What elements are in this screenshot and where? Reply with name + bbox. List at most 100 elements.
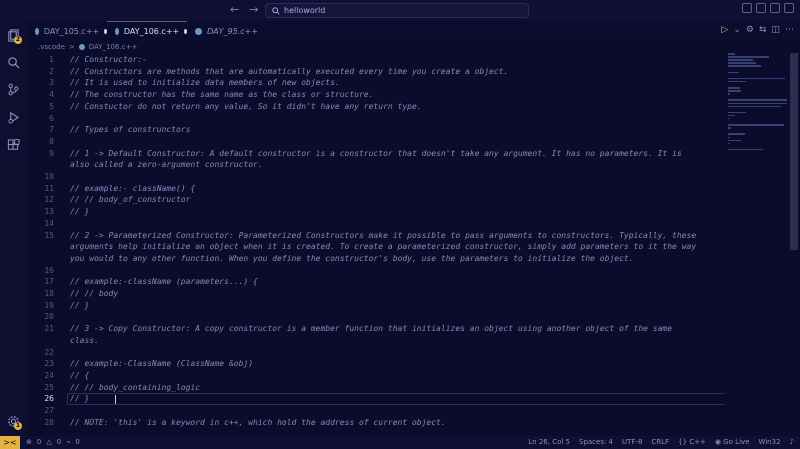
notifications-bell-icon[interactable]: ♪ (790, 438, 794, 446)
code-line[interactable]: 14 (27, 218, 722, 230)
code-text: // The constructor has the same name as … (70, 90, 374, 100)
code-text: // Types of construnctors (70, 125, 191, 135)
line-number: 27 (44, 406, 54, 415)
line-number: 16 (44, 265, 54, 275)
code-line[interactable]: 9 // 1 -> Default Constructor: A default … (27, 148, 722, 160)
line-number: 19 (44, 300, 54, 310)
split-editor-icon[interactable]: ◫ (771, 25, 780, 35)
line-number: 22 (44, 347, 54, 357)
gear-icon[interactable]: ⚙ (746, 25, 754, 35)
code-text: // // body_containing_logic (70, 382, 201, 392)
code-line[interactable]: 23 // example:-ClassName (ClassName &obj) (27, 358, 722, 370)
minimap-line (728, 114, 735, 117)
status-bar: >< ⊗ 0 △ 0 ⌁ 0 Ln 26, Col 5 Spaces: 4 UT… (0, 436, 800, 449)
code-line[interactable]: 15 // 2 -> Parameterized Constructor: Par… (27, 230, 722, 242)
command-center-search[interactable]: helloworld (265, 3, 529, 18)
code-line[interactable]: 25 // // body_containing_logic (27, 382, 722, 394)
end-of-line[interactable]: CRLF (651, 438, 669, 446)
code-line[interactable]: 28 // NOTE: 'this' is a keyword in c++, w… (27, 417, 722, 429)
code-line[interactable]: 20 (27, 311, 722, 323)
run-icon[interactable]: ▷ (721, 25, 728, 35)
status-left: ⊗ 0 △ 0 ⌁ 0 (26, 438, 80, 446)
back-arrow-icon[interactable]: ← (230, 3, 239, 16)
tab-day-95[interactable]: DAY_95.c++ (187, 21, 265, 41)
toggle-panel-icon[interactable] (756, 3, 766, 13)
code-line[interactable]: 13 // } (27, 206, 722, 218)
cursor-position[interactable]: Ln 26, Col 5 (528, 438, 570, 446)
code-line[interactable]: 16 (27, 265, 722, 277)
source-control-icon[interactable] (7, 83, 20, 96)
more-actions-icon[interactable]: ⋯ (785, 25, 794, 35)
code-line[interactable]: 17 // example:-className (parameters...) … (27, 276, 722, 288)
code-line[interactable]: 22 (27, 347, 722, 359)
code-line[interactable]: 12 // // body_of_constructor (27, 194, 722, 206)
line-number: 11 (44, 183, 54, 193)
line-number: 25 (44, 382, 54, 392)
minimap[interactable] (728, 53, 790, 151)
code-line[interactable]: 11 // example:- className() { (27, 183, 722, 195)
breadcrumb-folder[interactable]: .vscode (38, 43, 65, 51)
line-number: 17 (44, 277, 54, 287)
code-text: // NOTE: 'this' is a keyword in c++, whi… (70, 417, 446, 427)
code-line[interactable]: you would to any other function. When yo… (27, 253, 722, 265)
code-text: // 3 -> Copy Constructor: A copy constru… (70, 324, 673, 334)
minimap-line (728, 53, 735, 55)
minimap-line (728, 71, 739, 74)
warning-count[interactable]: 0 (57, 438, 61, 446)
code-line[interactable]: 7 // Types of construnctors (27, 124, 722, 136)
minimap-line (728, 136, 730, 139)
code-line[interactable]: 24 // { (27, 370, 722, 382)
search-icon[interactable] (7, 56, 20, 69)
error-count[interactable]: 0 (37, 438, 41, 446)
code-line[interactable]: arguments help initialize an object when… (27, 241, 722, 253)
chevron-down-icon[interactable]: ⌄ (733, 25, 741, 35)
minimap-line (728, 133, 745, 135)
code-line[interactable]: 6 (27, 113, 722, 125)
code-line[interactable]: 27 (27, 405, 722, 417)
code-line[interactable]: 5 // Constuctor do not return any value, … (27, 101, 722, 113)
go-live-button[interactable]: ◉ Go Live (715, 438, 750, 446)
ports-icon: ⌁ (66, 438, 71, 446)
compare-icon[interactable]: ⇆ (759, 25, 767, 35)
code-line[interactable]: 2 // Constructors are methods that are au… (27, 66, 722, 78)
code-line[interactable]: 1 // Constructor:- (27, 54, 722, 66)
code-line[interactable]: 4 // The constructor has the same name as… (27, 89, 722, 101)
code-text: // Constuctor do not return any value, S… (70, 101, 422, 111)
indentation[interactable]: Spaces: 4 (579, 438, 613, 446)
platform[interactable]: Win32 (758, 438, 780, 446)
line-number: 2 (49, 66, 54, 76)
code-line[interactable]: 19 // } (27, 300, 722, 312)
customize-layout-icon[interactable] (784, 3, 794, 13)
navigation-arrows: ← → (230, 3, 258, 16)
explorer-badge: 2 (14, 36, 22, 44)
line-number: 1 (49, 55, 54, 64)
search-icon (272, 6, 280, 15)
code-line[interactable]: 8 (27, 136, 722, 148)
code-line[interactable]: class. (27, 335, 722, 347)
breadcrumb-file[interactable]: DAY_106.c++ (89, 43, 137, 51)
code-text: also called a zero-argument constructor. (70, 160, 263, 170)
ports-count[interactable]: 0 (75, 438, 79, 446)
vertical-scrollbar[interactable] (790, 53, 798, 250)
code-line[interactable]: 3 // It is used to initialize data member… (27, 77, 722, 89)
code-line[interactable]: 10 (27, 171, 722, 183)
code-line[interactable]: also called a zero-argument constructor. (27, 159, 722, 171)
code-line[interactable]: 18 // // body (27, 288, 722, 300)
minimap-line (728, 80, 746, 83)
tab-day-105[interactable]: DAY_105.c++ (27, 21, 107, 41)
remote-indicator[interactable]: >< (0, 436, 20, 449)
language-mode[interactable]: {} C++ (678, 438, 706, 446)
tab-day-106[interactable]: DAY_106.c++ (107, 21, 187, 41)
code-text: class. (70, 335, 99, 345)
extensions-icon[interactable] (7, 139, 20, 152)
toggle-secondary-sidebar-icon[interactable] (770, 3, 780, 13)
code-editor[interactable]: 1 // Constructor:- 2 // Constructors are me… (27, 53, 725, 433)
code-line[interactable]: 26 // } (27, 393, 722, 405)
line-number: 4 (49, 90, 54, 100)
forward-arrow-icon[interactable]: → (249, 3, 258, 16)
cpp-file-icon (195, 27, 202, 35)
toggle-sidebar-icon[interactable] (742, 3, 752, 13)
encoding[interactable]: UTF-8 (622, 438, 642, 446)
run-debug-icon[interactable] (7, 111, 20, 124)
code-line[interactable]: 21 // 3 -> Copy Constructor: A copy const… (27, 323, 722, 335)
